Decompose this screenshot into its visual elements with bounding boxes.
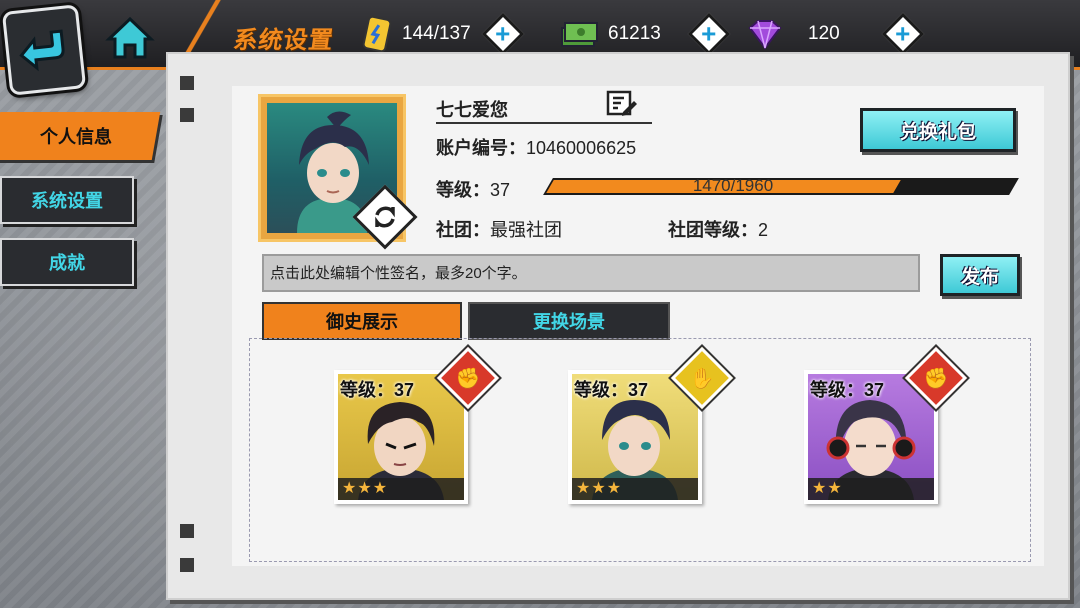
stamina-value: 144/137 — [402, 23, 471, 44]
page-title: 系统设置 — [231, 27, 336, 54]
card-stars: ★★★ — [338, 478, 464, 500]
player-name: 七七爱您 — [436, 100, 508, 120]
exp-text: 1470/1960 — [692, 176, 774, 195]
account-row: 账户编号：10460006625 — [436, 134, 636, 160]
club-level-value: 2 — [758, 220, 769, 240]
nav-achievements[interactable]: 成就 — [0, 238, 134, 286]
card-stars: ★★★ — [572, 478, 698, 500]
plus-icon: + — [701, 19, 717, 49]
cash-icon — [561, 22, 598, 47]
nav-system-settings[interactable]: 系统设置 — [0, 176, 134, 224]
character-card[interactable]: 等级：37 ★★★ — [568, 370, 702, 504]
nav-personal-info[interactable]: 个人信息 — [0, 112, 161, 160]
edit-icon — [606, 90, 637, 116]
redeem-gift-button[interactable]: 兑换礼包 — [860, 108, 1016, 152]
account-label: 账户编号： — [436, 138, 526, 158]
cash-display: 61213 + — [560, 12, 731, 56]
plus-icon: + — [895, 19, 911, 49]
edit-name-button[interactable] — [606, 90, 638, 125]
card-level: 等级：37 — [574, 380, 649, 400]
tab-change-scene[interactable]: 更换场景 — [468, 302, 670, 340]
club-level-label: 社团等级： — [668, 220, 758, 240]
gem-icon — [748, 20, 782, 50]
account-id: 10460006625 — [526, 138, 637, 158]
character-card[interactable]: 等级：37 ★★★ — [334, 370, 468, 504]
binder-hole — [180, 558, 194, 572]
nav-label: 成就 — [49, 253, 85, 273]
home-icon — [105, 16, 155, 59]
club-name: 最强社团 — [490, 220, 562, 240]
binder-hole — [180, 524, 194, 538]
nav-label: 个人信息 — [40, 127, 112, 147]
home-button[interactable] — [104, 14, 156, 62]
binder-hole — [180, 108, 194, 122]
club-level-row: 社团等级：2 — [668, 216, 768, 242]
tab-showcase[interactable]: 御史展示 — [262, 302, 462, 340]
plus-icon: + — [495, 19, 511, 49]
level-row: 等级：37 — [436, 176, 510, 202]
back-button[interactable] — [1, 4, 87, 96]
back-arrow-icon — [19, 29, 65, 72]
binder-hole — [180, 76, 194, 90]
gem-display: 120 + — [746, 12, 925, 56]
cash-value: 61213 — [608, 23, 661, 44]
card-level: 等级：37 — [810, 380, 885, 400]
level-value: 37 — [490, 180, 511, 200]
add-stamina-button[interactable]: + — [481, 12, 525, 56]
signature-input[interactable]: 点击此处编辑个性签名，最多20个字。 — [262, 254, 920, 292]
publish-button[interactable]: 发布 — [940, 254, 1020, 296]
nav-label: 系统设置 — [31, 191, 103, 211]
club-label: 社团： — [436, 220, 490, 240]
club-row: 社团：最强社团 — [436, 216, 562, 242]
refresh-icon — [375, 206, 395, 228]
add-gems-button[interactable]: + — [881, 12, 925, 56]
energy-can-icon — [362, 15, 392, 53]
level-label: 等级： — [436, 180, 490, 200]
card-stars: ★★ — [808, 478, 934, 500]
add-cash-button[interactable]: + — [687, 12, 731, 56]
stamina-display: 144/137 + — [362, 12, 525, 56]
gem-value: 120 — [808, 23, 840, 44]
card-level: 等级：37 — [340, 380, 415, 400]
